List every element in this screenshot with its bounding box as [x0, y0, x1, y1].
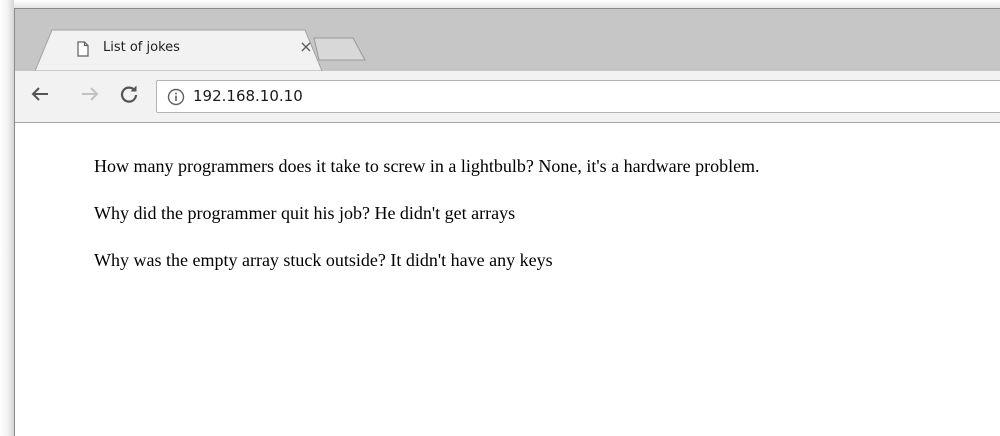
reload-button[interactable]	[118, 83, 140, 105]
browser-window: List of jokes × 192.168.10.10 How many p…	[14, 8, 1000, 436]
screenshot-frame: List of jokes × 192.168.10.10 How many p…	[0, 0, 1000, 436]
back-arrow-icon	[31, 87, 48, 101]
browser-toolbar: 192.168.10.10	[15, 71, 1000, 123]
tab-list-of-jokes[interactable]: List of jokes ×	[35, 29, 323, 71]
reload-icon	[120, 85, 138, 103]
back-button[interactable]	[29, 83, 51, 105]
joke-1: How many programmers does it take to scr…	[94, 156, 760, 176]
new-tab-button[interactable]	[313, 36, 369, 62]
new-tab-icon	[313, 37, 366, 61]
tab-title: List of jokes	[103, 40, 180, 55]
forward-arrow-icon	[82, 87, 99, 101]
address-bar[interactable]: 192.168.10.10	[156, 80, 1000, 113]
tab-strip: List of jokes ×	[15, 9, 1000, 71]
page-content: How many programmers does it take to scr…	[15, 123, 1000, 436]
joke-3: Why was the empty array stuck outside? I…	[94, 250, 553, 270]
page-icon	[77, 41, 89, 57]
joke-2: Why did the programmer quit his job? He …	[94, 203, 516, 223]
info-icon[interactable]	[167, 88, 185, 106]
window-shadow-top	[14, 0, 1000, 8]
window-shadow-left	[0, 0, 14, 436]
forward-button[interactable]	[79, 83, 101, 105]
url-text: 192.168.10.10	[193, 87, 303, 105]
